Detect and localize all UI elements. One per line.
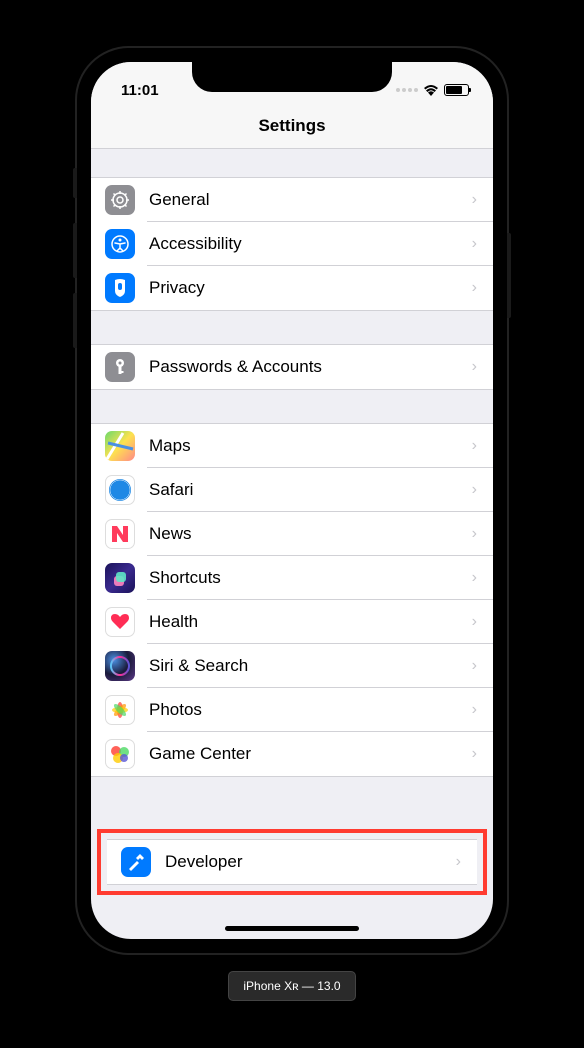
row-label: Passwords & Accounts: [149, 357, 472, 377]
chevron-right-icon: ›: [472, 481, 477, 499]
accessibility-icon: [105, 229, 135, 259]
photos-icon: [105, 695, 135, 725]
row-photos[interactable]: Photos ›: [91, 688, 493, 732]
privacy-icon: [105, 273, 135, 303]
section-accounts: Passwords & Accounts ›: [91, 344, 493, 390]
chevron-right-icon: ›: [472, 613, 477, 631]
status-time: 11:01: [121, 82, 159, 99]
phone-frame: 11:01 Settings: [77, 48, 507, 953]
row-label: Shortcuts: [149, 568, 472, 588]
power-button: [507, 233, 511, 318]
row-accessibility[interactable]: Accessibility ›: [91, 222, 493, 266]
chevron-right-icon: ›: [472, 745, 477, 763]
row-label: General: [149, 190, 472, 210]
nav-header: Settings: [91, 106, 493, 149]
settings-list[interactable]: General › Accessibility › Privacy ›: [91, 177, 493, 895]
row-maps[interactable]: Maps ›: [91, 424, 493, 468]
row-health[interactable]: Health ›: [91, 600, 493, 644]
chevron-right-icon: ›: [472, 437, 477, 455]
section-system: General › Accessibility › Privacy ›: [91, 177, 493, 311]
maps-icon: [105, 431, 135, 461]
highlight-annotation: Developer ›: [97, 829, 487, 895]
screen: 11:01 Settings: [91, 62, 493, 939]
battery-icon: [444, 84, 469, 96]
key-icon: [105, 352, 135, 382]
chevron-right-icon: ›: [456, 853, 461, 871]
wifi-icon: [423, 84, 439, 96]
chevron-right-icon: ›: [472, 701, 477, 719]
section-developer: Developer ›: [107, 839, 477, 885]
row-developer[interactable]: Developer ›: [107, 840, 477, 884]
notch: [192, 62, 392, 92]
row-label: Game Center: [149, 744, 472, 764]
shortcuts-icon: [105, 563, 135, 593]
cellular-signal-icon: [396, 88, 418, 92]
general-icon: [105, 185, 135, 215]
row-label: Health: [149, 612, 472, 632]
row-label: Safari: [149, 480, 472, 500]
row-general[interactable]: General ›: [91, 178, 493, 222]
row-label: Siri & Search: [149, 656, 472, 676]
row-label: Developer: [165, 852, 456, 872]
device-label: iPhone Xʀ — 13.0: [228, 971, 355, 1001]
row-safari[interactable]: Safari ›: [91, 468, 493, 512]
volume-up-button: [73, 223, 77, 278]
hammer-icon: [121, 847, 151, 877]
safari-icon: [105, 475, 135, 505]
chevron-right-icon: ›: [472, 279, 477, 297]
silence-switch: [73, 168, 77, 198]
row-label: Privacy: [149, 278, 472, 298]
health-icon: [105, 607, 135, 637]
row-siri[interactable]: Siri & Search ›: [91, 644, 493, 688]
row-gamecenter[interactable]: Game Center ›: [91, 732, 493, 776]
row-label: Maps: [149, 436, 472, 456]
volume-down-button: [73, 293, 77, 348]
siri-icon: [105, 651, 135, 681]
row-privacy[interactable]: Privacy ›: [91, 266, 493, 310]
gamecenter-icon: [105, 739, 135, 769]
row-shortcuts[interactable]: Shortcuts ›: [91, 556, 493, 600]
chevron-right-icon: ›: [472, 191, 477, 209]
home-indicator[interactable]: [225, 926, 359, 931]
row-label: Photos: [149, 700, 472, 720]
chevron-right-icon: ›: [472, 569, 477, 587]
chevron-right-icon: ›: [472, 358, 477, 376]
row-news[interactable]: News ›: [91, 512, 493, 556]
status-icons: [396, 84, 469, 96]
row-label: News: [149, 524, 472, 544]
chevron-right-icon: ›: [472, 657, 477, 675]
page-title: Settings: [91, 116, 493, 136]
news-icon: [105, 519, 135, 549]
chevron-right-icon: ›: [472, 525, 477, 543]
row-label: Accessibility: [149, 234, 472, 254]
section-apps: Maps › Safari › News ›: [91, 423, 493, 777]
chevron-right-icon: ›: [472, 235, 477, 253]
row-passwords[interactable]: Passwords & Accounts ›: [91, 345, 493, 389]
